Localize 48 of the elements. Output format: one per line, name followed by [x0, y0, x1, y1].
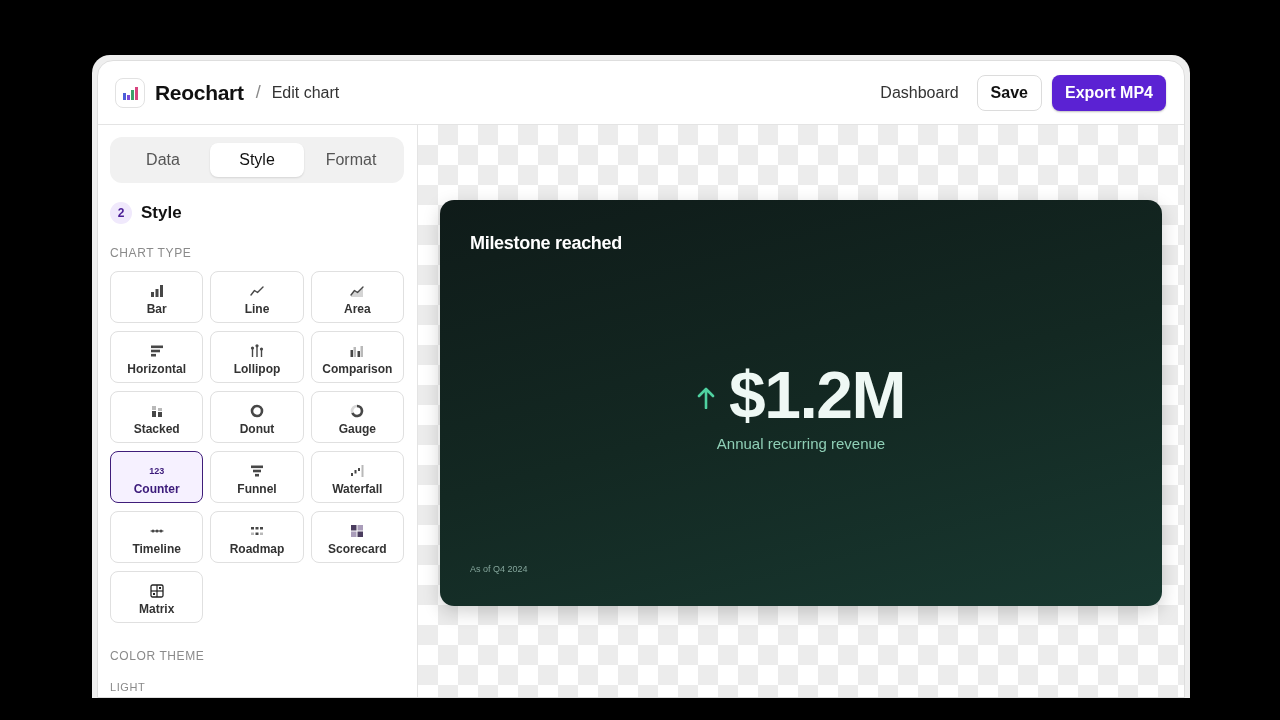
- chart-type-heading: CHART TYPE: [110, 244, 192, 261]
- chart-type-tile[interactable]: Matrix: [110, 570, 204, 623]
- tab[interactable]: Data: [116, 143, 210, 177]
- horizontal-bars-icon: [149, 343, 164, 358]
- dashboard-link[interactable]: Dashboard: [878, 80, 961, 105]
- waterfall-icon: [350, 463, 365, 478]
- chart-type-tile[interactable]: Bar: [110, 270, 204, 323]
- chart-type-tile[interactable]: Waterfall: [310, 450, 404, 503]
- chart-type-tile[interactable]: Area: [310, 270, 404, 323]
- chart-type-tile[interactable]: Donut: [210, 390, 304, 443]
- tab[interactable]: Style: [210, 143, 304, 177]
- bar-chart-icon: [149, 283, 164, 298]
- theme-group-heading: LIGHT: [110, 679, 146, 694]
- step-number: 2: [110, 201, 132, 224]
- chart-type-tile[interactable]: 123 Counter: [110, 450, 204, 503]
- chart-type-tile[interactable]: Gauge: [310, 390, 404, 443]
- page-title: Edit chart: [271, 82, 340, 103]
- chart-type-tile[interactable]: Timeline: [110, 510, 204, 563]
- chart-type-tile[interactable]: Funnel: [210, 450, 304, 503]
- four-squares-icon: [350, 523, 365, 538]
- breadcrumb-separator: /: [255, 81, 261, 104]
- export-button[interactable]: Export MP4: [1052, 74, 1166, 111]
- save-button[interactable]: Save: [976, 74, 1042, 111]
- donut-icon: [250, 403, 264, 418]
- metric-value: $1.2M: [729, 358, 905, 431]
- section-title: Style: [141, 202, 182, 224]
- logo-icon: [115, 77, 145, 108]
- arrow-up-icon: [697, 386, 716, 409]
- stacked-bars-icon: [149, 403, 164, 418]
- chart-type-tile[interactable]: Line: [210, 270, 304, 323]
- grouped-bars-icon: [350, 343, 365, 358]
- metric-caption: Annual recurring revenue: [716, 433, 886, 454]
- funnel-icon: [250, 463, 264, 478]
- card-title: Milestone reached: [470, 232, 622, 255]
- chart-type-tile[interactable]: Horizontal: [110, 330, 204, 383]
- chart-type-tile[interactable]: Stacked: [110, 390, 204, 443]
- color-theme-heading: COLOR THEME: [110, 647, 205, 664]
- gauge-icon: [350, 403, 365, 418]
- counter-glyph: 123: [149, 464, 165, 478]
- app-name: Reochart: [155, 79, 244, 106]
- footnote-text: As of Q4 2024: [470, 562, 528, 576]
- lollipop-icon: [250, 343, 264, 358]
- chart-type-tile[interactable]: Comparison: [310, 330, 404, 383]
- chart-type-tile[interactable]: Scorecard: [310, 510, 404, 563]
- chart-type-tile[interactable]: Roadmap: [210, 510, 304, 563]
- tab[interactable]: Format: [304, 143, 398, 177]
- grid-icon: [149, 583, 164, 598]
- chart-type-tile[interactable]: Lollipop: [210, 330, 304, 383]
